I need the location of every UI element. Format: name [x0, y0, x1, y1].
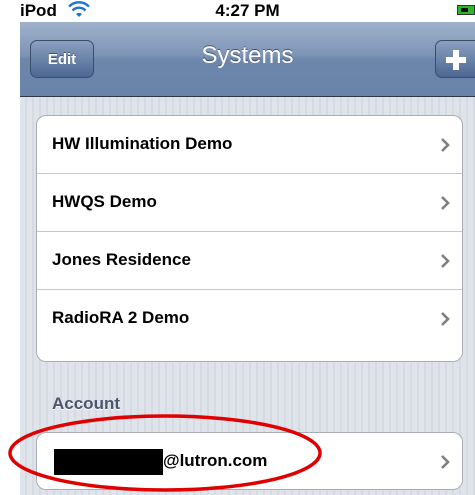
- navigation-bar: Edit Systems: [20, 22, 475, 97]
- list-item[interactable]: Jones Residence: [37, 232, 462, 290]
- system-name: RadioRA 2 Demo: [52, 308, 190, 327]
- chevron-right-icon: [441, 138, 450, 152]
- list-item[interactable]: RadioRA 2 Demo: [37, 290, 462, 348]
- chevron-right-icon: [441, 312, 450, 326]
- list-item[interactable]: HWQS Demo: [37, 174, 462, 232]
- highlight-ellipse: [8, 414, 322, 492]
- systems-list: HW Illumination Demo HWQS Demo Jones Res…: [36, 115, 463, 362]
- chevron-right-icon: [441, 254, 450, 268]
- add-system-button[interactable]: [435, 40, 475, 78]
- page-title: Systems: [201, 42, 294, 69]
- status-bar: iPod 4:27 PM: [20, 0, 475, 22]
- list-item[interactable]: HW Illumination Demo: [37, 116, 462, 174]
- system-name: Jones Residence: [52, 250, 191, 269]
- clock: 4:27 PM: [215, 1, 280, 20]
- chevron-right-icon: [441, 196, 450, 210]
- plus-icon: [446, 50, 466, 70]
- battery-icon: [457, 5, 475, 15]
- system-name: HWQS Demo: [52, 192, 157, 211]
- system-name: HW Illumination Demo: [52, 134, 233, 153]
